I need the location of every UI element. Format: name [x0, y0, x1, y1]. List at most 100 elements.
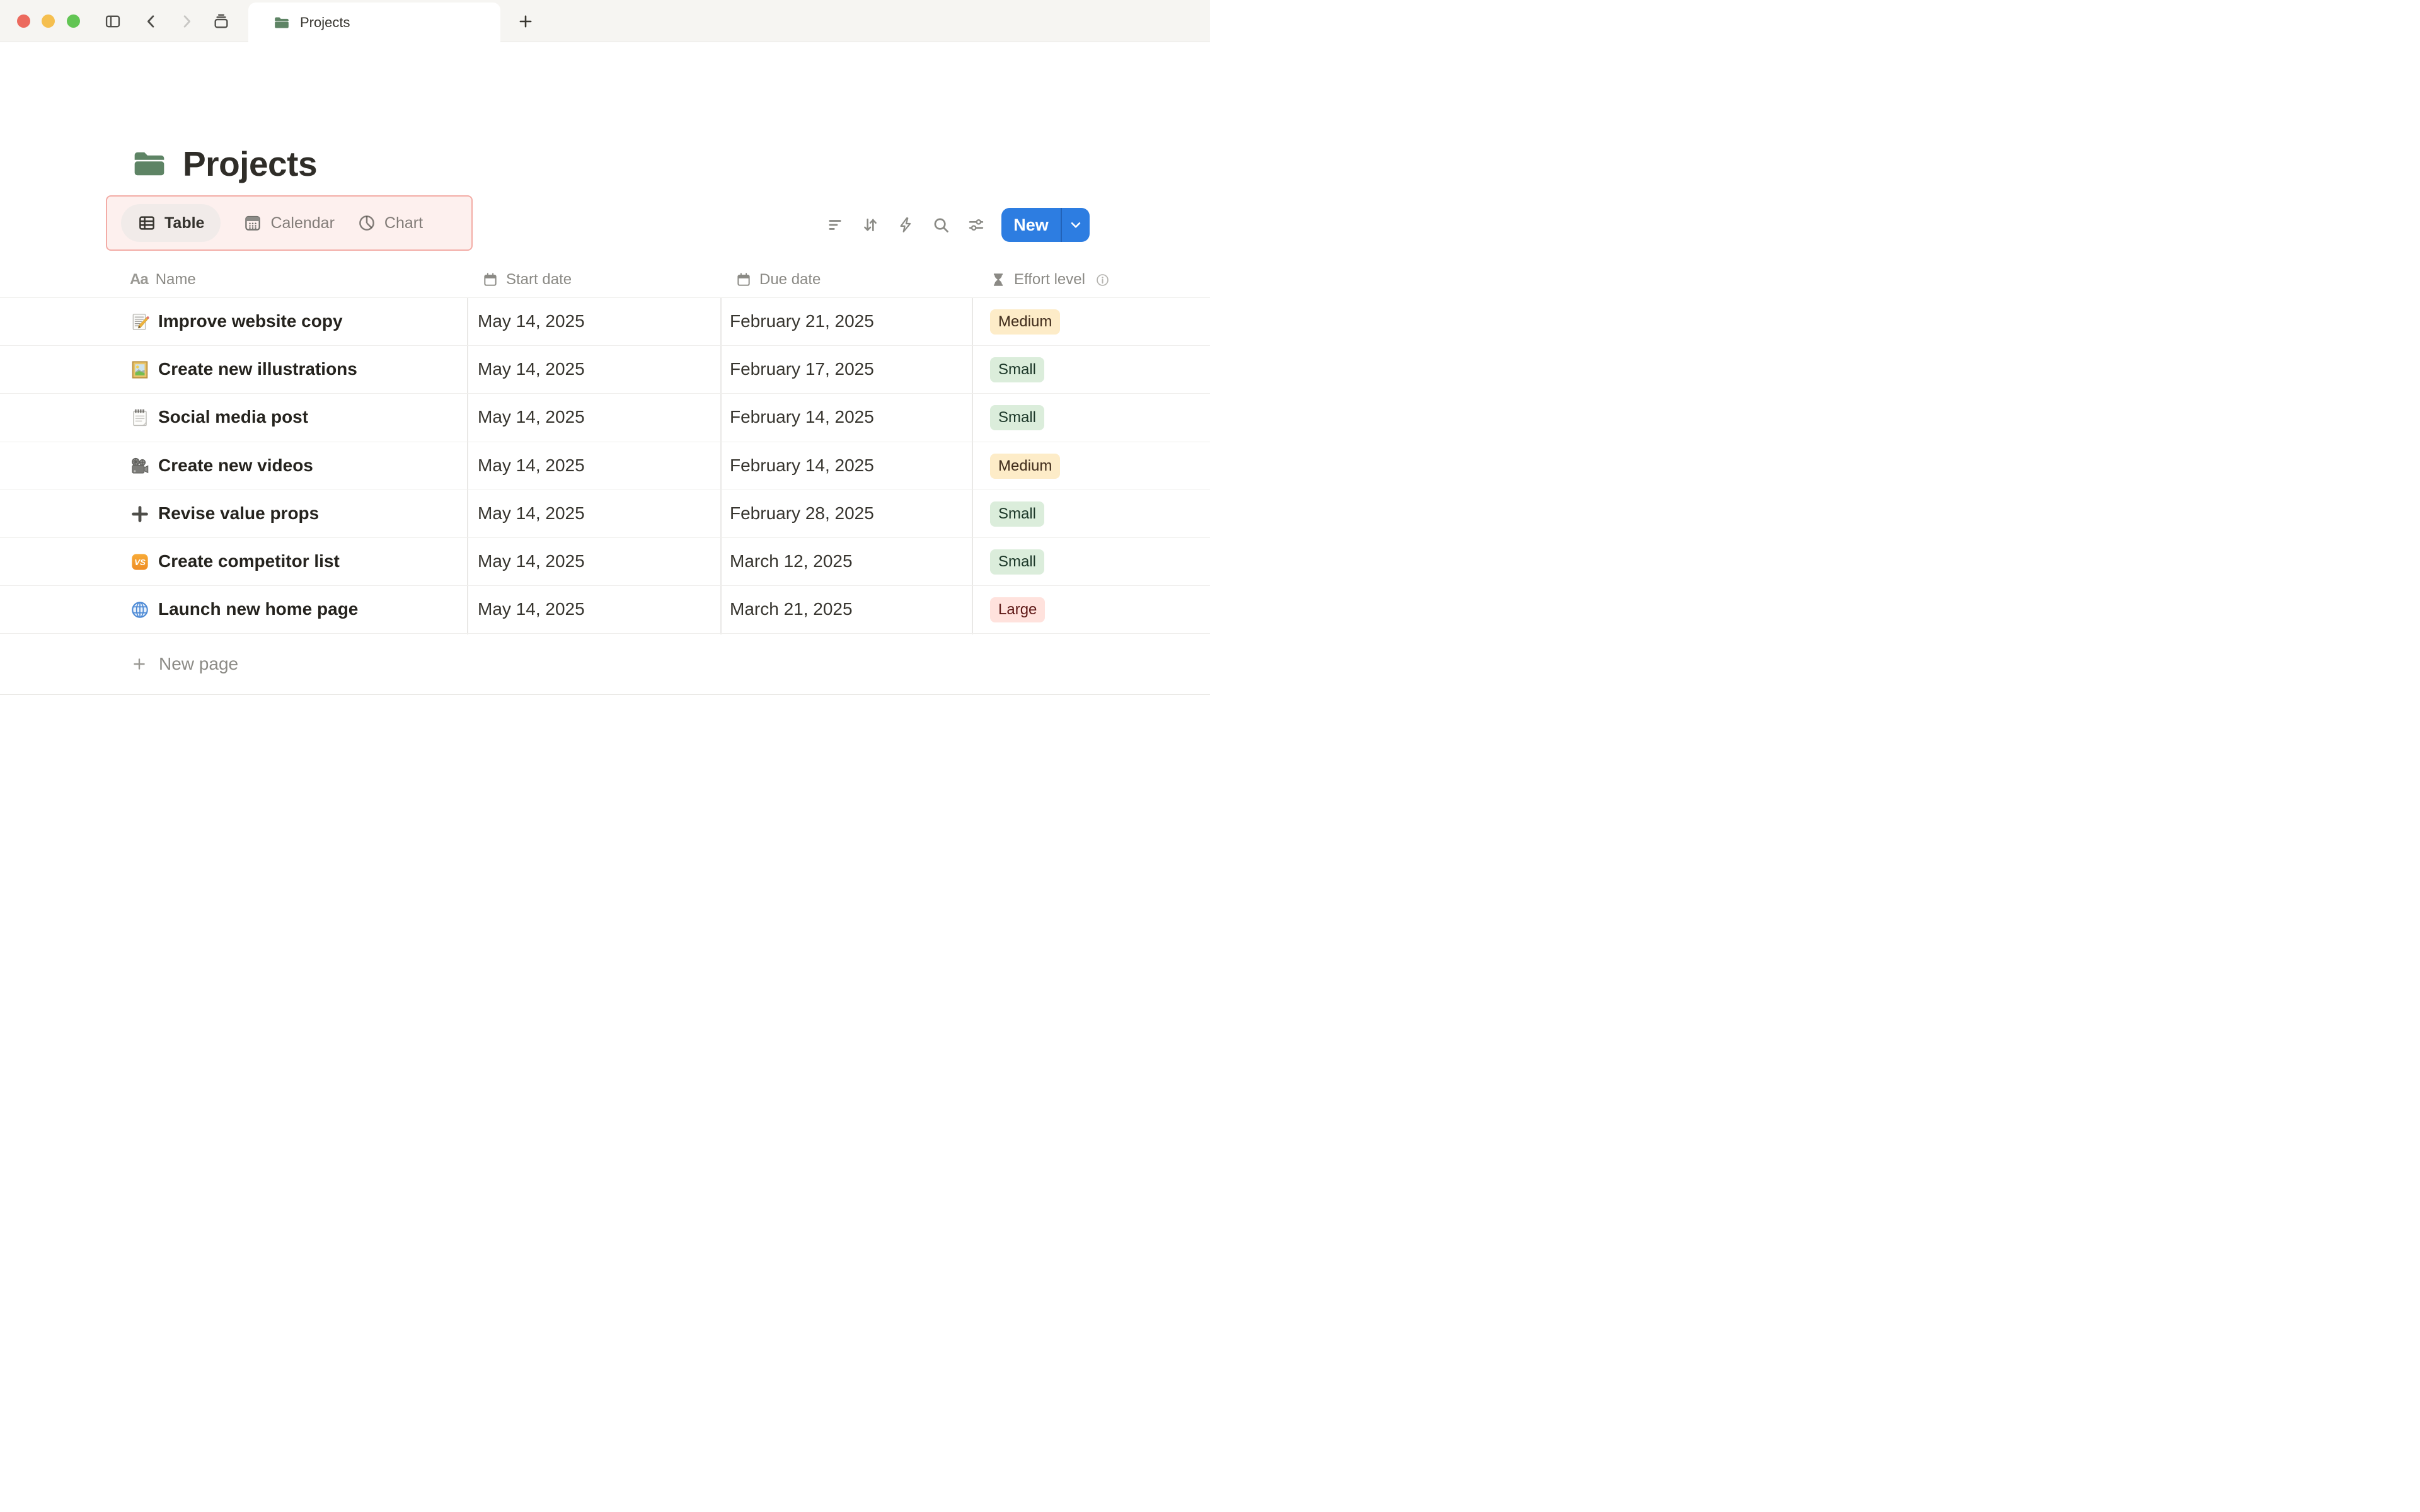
hourglass-icon [990, 272, 1006, 288]
folder-icon[interactable] [130, 146, 169, 181]
row-name[interactable]: Create new videos [158, 442, 313, 489]
column-label: Name [155, 271, 196, 288]
row-due-date[interactable]: February 14, 2025 [730, 442, 874, 489]
view-tab-calendar[interactable]: Calendar [243, 214, 335, 232]
row-start-date[interactable]: May 14, 2025 [478, 442, 585, 489]
row-due-date[interactable]: February 28, 2025 [730, 490, 874, 537]
table-row[interactable]: Revise value props May 14, 2025 February 2… [0, 490, 1210, 538]
column-header-effort-level[interactable]: Effort level [990, 261, 1110, 298]
row-due-date[interactable]: March 12, 2025 [730, 538, 853, 585]
row-start-date[interactable]: May 14, 2025 [478, 490, 585, 537]
picture-glyph [130, 360, 150, 380]
new-button-label[interactable]: New [1001, 208, 1061, 242]
row-name[interactable]: Improve website copy [158, 298, 343, 345]
row-due-date[interactable]: February 14, 2025 [730, 394, 874, 440]
search-icon[interactable] [932, 216, 950, 234]
row-due-date[interactable]: February 17, 2025 [730, 346, 874, 392]
picture-icon [130, 360, 150, 380]
plus-bold-glyph [130, 504, 150, 524]
row-start-date[interactable]: May 14, 2025 [478, 346, 585, 392]
vs-glyph [130, 552, 150, 572]
notepad-icon [130, 408, 150, 428]
memo-glyph [130, 312, 150, 332]
filter-icon[interactable] [826, 216, 844, 234]
tab-stack-icon[interactable] [212, 13, 230, 30]
new-page-label: New page [159, 654, 239, 673]
table-row[interactable]: Create new illustrations May 14, 2025 Febr… [0, 346, 1210, 394]
info-icon[interactable] [1095, 273, 1110, 287]
effort-badge[interactable]: Small [990, 549, 1045, 575]
traffic-light-close[interactable] [17, 14, 30, 28]
column-label: Due date [759, 271, 821, 288]
movie-camera-icon [130, 456, 150, 476]
sort-glyph [861, 216, 879, 234]
search-glyph [932, 216, 950, 234]
table-header-row: Aa Name Start date Due date Effort level [0, 261, 1210, 298]
sort-icon[interactable] [861, 216, 879, 234]
window-tab-bar: Projects [0, 0, 1210, 43]
view-tab-label: Chart [384, 214, 424, 232]
view-tab-label: Table [164, 214, 205, 232]
plus-icon [131, 656, 147, 672]
memo-icon [130, 312, 150, 332]
notion-window: Projects Projects Table Calendar Chart New… [0, 0, 1210, 756]
effort-badge[interactable]: Small [990, 357, 1045, 383]
view-settings-icon[interactable] [967, 216, 985, 234]
row-due-date[interactable]: February 21, 2025 [730, 298, 874, 345]
traffic-light-zoom[interactable] [67, 14, 80, 28]
effort-badge[interactable]: Large [990, 597, 1046, 623]
table-row[interactable]: Improve website copy May 14, 2025 February… [0, 298, 1210, 346]
table-row[interactable]: Launch new home page May 14, 2025 March 21… [0, 586, 1210, 634]
tab-projects[interactable]: Projects [248, 3, 500, 43]
back-icon[interactable] [142, 13, 160, 30]
view-tabs: Table Calendar Chart [121, 204, 423, 242]
view-tab-table[interactable]: Table [121, 204, 221, 242]
chevron-down-icon[interactable] [1062, 208, 1090, 242]
table-row[interactable]: Social media post May 14, 2025 February 14… [0, 394, 1210, 442]
page-header: Projects [130, 144, 318, 184]
text-property-icon: Aa [130, 271, 149, 288]
calendar-icon [482, 272, 498, 288]
calendar-icon [735, 272, 752, 288]
effort-badge[interactable]: Medium [990, 453, 1061, 479]
column-label: Effort level [1014, 271, 1085, 288]
effort-badge[interactable]: Small [990, 405, 1045, 431]
plus-bold-icon [130, 504, 150, 524]
calendar-emoji-icon [243, 214, 262, 232]
row-start-date[interactable]: May 14, 2025 [478, 394, 585, 440]
effort-badge[interactable]: Small [990, 501, 1045, 527]
row-name[interactable]: Social media post [158, 394, 308, 440]
row-name[interactable]: Launch new home page [158, 586, 358, 633]
column-header-due-date[interactable]: Due date [735, 261, 821, 298]
view-tabs-highlight: Table Calendar Chart [106, 195, 473, 251]
filter-glyph [826, 216, 844, 234]
row-name[interactable]: Revise value props [158, 490, 319, 537]
row-start-date[interactable]: May 14, 2025 [478, 586, 585, 633]
row-start-date[interactable]: May 14, 2025 [478, 538, 585, 585]
sidebar-toggle-icon[interactable] [104, 13, 122, 30]
row-name[interactable]: Create competitor list [158, 538, 340, 585]
column-header-name[interactable]: Aa Name [130, 261, 196, 298]
row-start-date[interactable]: May 14, 2025 [478, 298, 585, 345]
notepad-glyph [130, 408, 150, 428]
page-title[interactable]: Projects [183, 144, 318, 184]
folder-icon [274, 14, 290, 31]
automation-bolt-icon[interactable] [897, 216, 914, 234]
row-name[interactable]: Create new illustrations [158, 346, 357, 392]
new-page-row[interactable]: New page [0, 634, 1210, 695]
row-due-date[interactable]: March 21, 2025 [730, 586, 853, 633]
table-row[interactable]: Create new videos May 14, 2025 February 14… [0, 442, 1210, 490]
table-grid-icon [137, 214, 156, 232]
effort-badge[interactable]: Medium [990, 309, 1061, 335]
pie-chart-icon [357, 214, 376, 232]
column-label: Start date [506, 271, 572, 288]
traffic-light-minimize[interactable] [42, 14, 55, 28]
new-button[interactable]: New [1001, 208, 1090, 242]
globe-icon [130, 600, 150, 620]
view-tab-chart[interactable]: Chart [357, 214, 423, 232]
new-tab-button[interactable] [517, 13, 534, 30]
forward-icon[interactable] [178, 13, 195, 30]
table-row[interactable]: Create competitor list May 14, 2025 March … [0, 538, 1210, 587]
column-header-start-date[interactable]: Start date [482, 261, 572, 298]
globe-glyph [130, 600, 150, 620]
